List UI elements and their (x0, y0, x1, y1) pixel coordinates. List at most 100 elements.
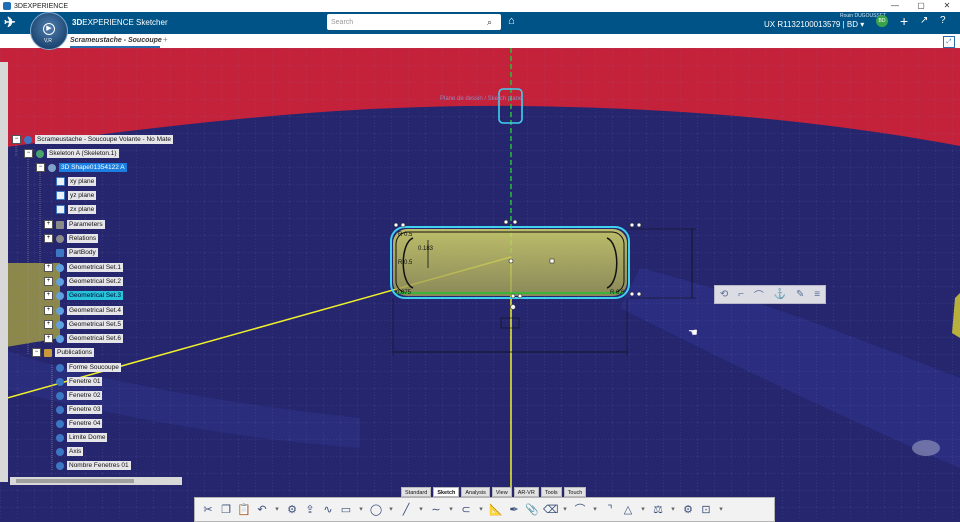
expand-icon[interactable]: + (44, 291, 53, 300)
dropdown-arrow-icon[interactable]: ▾ (387, 502, 395, 518)
chamfer-tool-icon[interactable]: ⌝ (603, 502, 617, 518)
copy-icon[interactable]: ❐ (219, 502, 233, 518)
cut-icon[interactable]: ✂ (201, 502, 215, 518)
trim-icon[interactable]: ⚓ (774, 289, 786, 300)
role-selector[interactable]: UX R1132100013579 | BD ▾ (764, 20, 864, 29)
slot-icon[interactable]: ⊂ (459, 502, 473, 518)
tree-node-relations[interactable]: + Relations (44, 234, 99, 243)
search-icon[interactable]: ⌕ (487, 17, 501, 28)
expand-icon[interactable]: + (44, 320, 53, 329)
tree-node-publications[interactable]: − Publications (32, 348, 95, 357)
snap-icon[interactable]: ⊡ (699, 502, 713, 518)
avatar[interactable]: BD (876, 15, 888, 27)
dropdown-arrow-icon[interactable]: ▾ (591, 502, 599, 518)
tree-node-pub[interactable]: Fenetre 03 (56, 405, 103, 414)
rectangle-icon[interactable]: ▭ (339, 502, 353, 518)
3d-viewport[interactable]: R 0.5 0.183 R 0.5 0.075 R 0.6 Plane de d… (0, 48, 960, 520)
dimension-tool-icon[interactable]: ⚖ (651, 502, 665, 518)
play-icon[interactable]: ▶ (43, 23, 55, 35)
circle-icon[interactable]: ◯ (369, 502, 383, 518)
tree-node-geoset-2[interactable]: + Geometrical Set.2 (44, 277, 124, 286)
constraint-icon[interactable]: ⟲ (720, 289, 728, 300)
dropdown-arrow-icon[interactable]: ▾ (561, 502, 569, 518)
tree-node-pub[interactable]: Fenetre 04 (56, 419, 103, 428)
tree-node-pub[interactable]: Axis (56, 447, 84, 456)
dropdown-arrow-icon[interactable]: ▾ (357, 502, 365, 518)
tree-node-xy-plane[interactable]: xy plane (56, 177, 97, 186)
line-icon[interactable]: ╱ (399, 502, 413, 518)
maximize-button[interactable]: ▢ (908, 0, 934, 12)
tree-node-parameters[interactable]: + Parameters (44, 220, 105, 229)
sketch-canvas[interactable]: R 0.5 0.183 R 0.5 0.075 R 0.6 (0, 48, 960, 520)
tree-node-geoset-1[interactable]: + Geometrical Set.1 (44, 263, 124, 272)
minimize-button[interactable]: — (882, 0, 908, 12)
update-icon[interactable]: ⚙ (285, 502, 299, 518)
pen-icon[interactable]: ✒ (507, 502, 521, 518)
tree-node-zx-plane[interactable]: zx plane (56, 205, 97, 214)
tab-ar-vr[interactable]: AR-VR (513, 487, 539, 497)
expand-icon[interactable]: + (44, 277, 53, 286)
dropdown-arrow-icon[interactable]: ▾ (639, 502, 647, 518)
expand-icon[interactable]: + (44, 334, 53, 343)
tab-sketch[interactable]: Sketch (433, 487, 460, 497)
dassault-logo-icon[interactable]: ✈ (4, 14, 24, 30)
ruler-icon[interactable]: 📐 (489, 502, 503, 518)
tab-touch[interactable]: Touch (563, 487, 587, 497)
add-icon[interactable]: + (900, 13, 908, 29)
tree-node-root[interactable]: − Scrameustache - Soucoupe Volante - No … (12, 135, 174, 144)
undo-icon[interactable]: ↶ (255, 502, 269, 518)
new-tab-button[interactable]: + (163, 35, 168, 44)
tab-standard[interactable]: Standard (401, 487, 432, 497)
corner-icon[interactable]: ⌐ (738, 289, 744, 300)
tree-node-pub[interactable]: Fenetre 02 (56, 391, 103, 400)
robot-compass-icon[interactable] (912, 440, 940, 456)
expand-icon[interactable]: + (44, 234, 53, 243)
fullscreen-icon[interactable]: ⤢ (943, 36, 955, 48)
dropdown-arrow-icon[interactable]: ▾ (669, 502, 677, 518)
exit-sketch-icon[interactable]: ⇪ (303, 502, 317, 518)
search-box[interactable]: Search ⌕ (327, 14, 501, 30)
corner-tool-icon[interactable]: ⌒ (573, 502, 587, 518)
tree-node-geoset-3[interactable]: + Geometrical Set.3 (44, 291, 124, 300)
tree-node-pub[interactable]: Nombre Fenetres 01 (56, 461, 131, 470)
tree-vertical-scrollbar[interactable] (0, 62, 8, 482)
expand-icon[interactable]: + (44, 306, 53, 315)
dropdown-arrow-icon[interactable]: ▾ (477, 502, 485, 518)
auto-constraint-icon[interactable]: ⚙ (681, 502, 695, 518)
tab-tools[interactable]: Tools (540, 487, 562, 497)
expand-icon[interactable]: + (44, 220, 53, 229)
expand-icon[interactable]: + (44, 263, 53, 272)
dropdown-arrow-icon[interactable]: ▾ (273, 502, 281, 518)
close-button[interactable]: ✕ (934, 0, 960, 12)
profile-icon[interactable]: ∿ (321, 502, 335, 518)
tree-node-geoset-5[interactable]: + Geometrical Set.5 (44, 320, 124, 329)
spline-icon[interactable]: ∼ (429, 502, 443, 518)
tree-node-skeleton[interactable]: − Skeleton A (Skeleton.1) (24, 149, 119, 158)
collapse-icon[interactable]: − (12, 135, 21, 144)
tree-node-pub[interactable]: Forme Soucoupe (56, 363, 121, 372)
tab-analysis[interactable]: Analysis (461, 487, 490, 497)
collapse-icon[interactable]: − (36, 163, 45, 172)
tab-view[interactable]: View (491, 487, 512, 497)
tree-node-pub[interactable]: Fenetre 01 (56, 377, 103, 386)
collapse-icon[interactable]: − (24, 149, 33, 158)
tag-icon[interactable]: ⌂ (508, 15, 515, 27)
dropdown-arrow-icon[interactable]: ▾ (717, 502, 725, 518)
dropdown-arrow-icon[interactable]: ▾ (417, 502, 425, 518)
collapse-icon[interactable]: − (32, 348, 41, 357)
eraser-icon[interactable]: ⌫ (543, 502, 559, 518)
tree-node-geoset-6[interactable]: + Geometrical Set.6 (44, 334, 124, 343)
tree-node-shape[interactable]: − 3D Shape01354122 A (36, 163, 127, 172)
constraint-tool-icon[interactable]: △ (621, 502, 635, 518)
tree-node-yz-plane[interactable]: yz plane (56, 191, 97, 200)
search-input[interactable]: Search (327, 19, 487, 26)
compass-widget[interactable]: ▶ V,R (30, 12, 68, 50)
chamfer-icon[interactable]: ⌒ (754, 287, 764, 302)
more-icon[interactable]: ≡ (814, 289, 820, 300)
clip-icon[interactable]: ✎ (796, 289, 804, 300)
tree-node-geoset-4[interactable]: + Geometrical Set.4 (44, 306, 124, 315)
help-icon[interactable]: ? (940, 15, 946, 26)
clip-tool-icon[interactable]: 📎 (525, 502, 539, 518)
tree-node-pub[interactable]: Limite Dome (56, 433, 108, 442)
share-icon[interactable]: ↗ (920, 15, 928, 26)
